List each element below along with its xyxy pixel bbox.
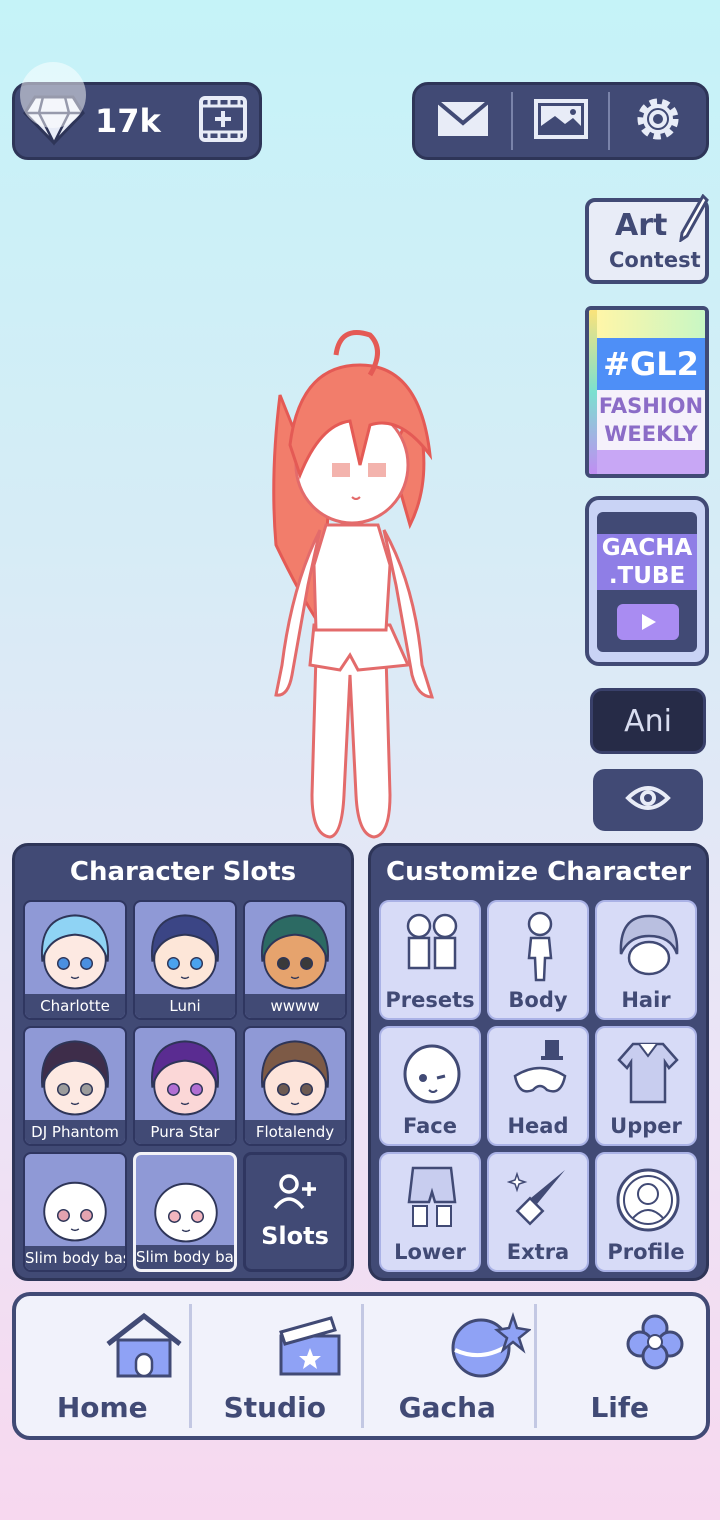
mail-button[interactable]	[415, 82, 511, 160]
character-slots-panel: Character Slots Charlotte Luni wwww DJ P…	[12, 843, 354, 1281]
character-slot-name: Flotalendy	[245, 1120, 345, 1144]
gacha-tube-label-1: GACHA	[597, 534, 697, 562]
add-slots-label: Slots	[261, 1222, 329, 1250]
customize-presets-button[interactable]: Presets	[379, 900, 481, 1020]
character-avatar	[43, 1181, 107, 1242]
character-slot-name: Luni	[135, 994, 235, 1018]
customize-label: Presets	[385, 988, 475, 1012]
animation-button[interactable]: Ani	[590, 688, 706, 754]
character-avatar	[150, 1040, 220, 1116]
nav-home[interactable]: Home	[16, 1296, 189, 1436]
customize-grid: Presets Body Hair Face Head Upper Lower Extra Pr…	[379, 900, 697, 1272]
image-icon	[533, 98, 589, 144]
customize-extra-button[interactable]: Extra	[487, 1152, 589, 1272]
character-slots-title: Character Slots	[69, 857, 297, 887]
gear-icon	[632, 93, 684, 149]
play-icon	[617, 604, 679, 640]
art-contest-button[interactable]: Art Contest	[585, 193, 709, 284]
decorative-stripe	[597, 450, 705, 474]
character-slot-name: DJ Phantom	[25, 1120, 125, 1144]
gem-count: 17k	[95, 102, 161, 140]
hide-ui-button[interactable]	[593, 769, 703, 831]
customize-label: Hair	[621, 988, 671, 1012]
nav-gacha[interactable]: Gacha	[361, 1296, 534, 1436]
customize-character-panel: Customize Character Presets Body Hair Face H…	[368, 843, 709, 1281]
character-slot-name: Charlotte	[25, 994, 125, 1018]
character-avatar	[40, 1040, 110, 1116]
nav-label: Life	[590, 1391, 650, 1424]
touch-indicator	[20, 62, 86, 128]
pencil-icon	[679, 193, 709, 246]
watch-video-add-gems-button[interactable]	[198, 96, 247, 146]
character-slot-name: Slim body bas	[25, 1246, 125, 1270]
customize-lower-button[interactable]: Lower	[379, 1152, 481, 1272]
character-slot[interactable]: Slim body bas	[133, 1152, 237, 1272]
gl2-title: #GL2	[597, 338, 705, 390]
top-tools-bar	[412, 82, 709, 160]
customize-face-button[interactable]: Face	[379, 1026, 481, 1146]
customize-upper-button[interactable]: Upper	[595, 1026, 697, 1146]
customize-hair-button[interactable]: Hair	[595, 900, 697, 1020]
nav-label: Gacha	[398, 1391, 496, 1424]
character-figure[interactable]	[240, 325, 460, 845]
eye-icon	[625, 783, 671, 817]
gallery-button[interactable]	[513, 82, 609, 160]
add-slots-button[interactable]: Slots	[243, 1152, 347, 1272]
customize-label: Face	[403, 1114, 457, 1138]
character-avatar	[150, 914, 220, 990]
bottom-nav: Home Studio Gacha Life	[12, 1292, 710, 1440]
gacha-tube-label-2: .TUBE	[597, 562, 697, 590]
character-slot[interactable]: Slim body bas	[23, 1152, 127, 1272]
customize-label: Extra	[506, 1240, 570, 1264]
mail-icon	[435, 99, 491, 143]
weekly-label: WEEKLY	[604, 422, 698, 446]
character-slot-name: Pura Star	[135, 1120, 235, 1144]
add-user-icon	[273, 1174, 317, 1214]
character-slot[interactable]: wwww	[243, 900, 347, 1020]
nav-life[interactable]: Life	[533, 1296, 707, 1436]
character-slot-name: Slim body bas	[136, 1245, 234, 1269]
nav-studio[interactable]: Studio	[188, 1296, 362, 1436]
character-slot[interactable]: DJ Phantom	[23, 1026, 127, 1146]
tube-screen: GACHA .TUBE	[597, 512, 697, 652]
gl2-fashion-weekly-button[interactable]: #GL2 FASHION WEEKLY	[585, 306, 709, 478]
decorative-stripe	[597, 310, 705, 338]
customize-head-button[interactable]: Head	[487, 1026, 589, 1146]
customize-character-title: Customize Character	[386, 857, 691, 887]
character-slot[interactable]: Flotalendy	[243, 1026, 347, 1146]
fashion-label: FASHION	[598, 394, 704, 418]
customize-label: Upper	[610, 1114, 682, 1138]
art-contest-subtitle: Contest	[609, 248, 701, 272]
customize-label: Head	[507, 1114, 569, 1138]
customize-label: Profile	[607, 1240, 685, 1264]
nav-label: Studio	[223, 1391, 326, 1424]
nav-label: Home	[56, 1391, 148, 1424]
gacha-tube-button[interactable]: GACHA .TUBE	[585, 496, 709, 666]
customize-body-button[interactable]: Body	[487, 900, 589, 1020]
character-slot[interactable]: Luni	[133, 900, 237, 1020]
settings-button[interactable]	[610, 82, 706, 160]
customize-label: Lower	[394, 1240, 466, 1264]
character-avatar	[260, 1040, 330, 1116]
character-avatar	[154, 1182, 218, 1243]
customize-label: Body	[508, 988, 568, 1012]
character-slot[interactable]: Pura Star	[133, 1026, 237, 1146]
decorative-stripe	[589, 310, 597, 474]
slot-grid: Charlotte Luni wwww DJ Phantom Pura Star…	[23, 900, 347, 1272]
character-slot-name: wwww	[245, 994, 345, 1018]
art-contest-title: Art	[615, 208, 668, 243]
character-avatar	[40, 914, 110, 990]
character-slot[interactable]: Charlotte	[23, 900, 127, 1020]
character-avatar	[260, 914, 330, 990]
customize-profile-button[interactable]: Profile	[595, 1152, 697, 1272]
